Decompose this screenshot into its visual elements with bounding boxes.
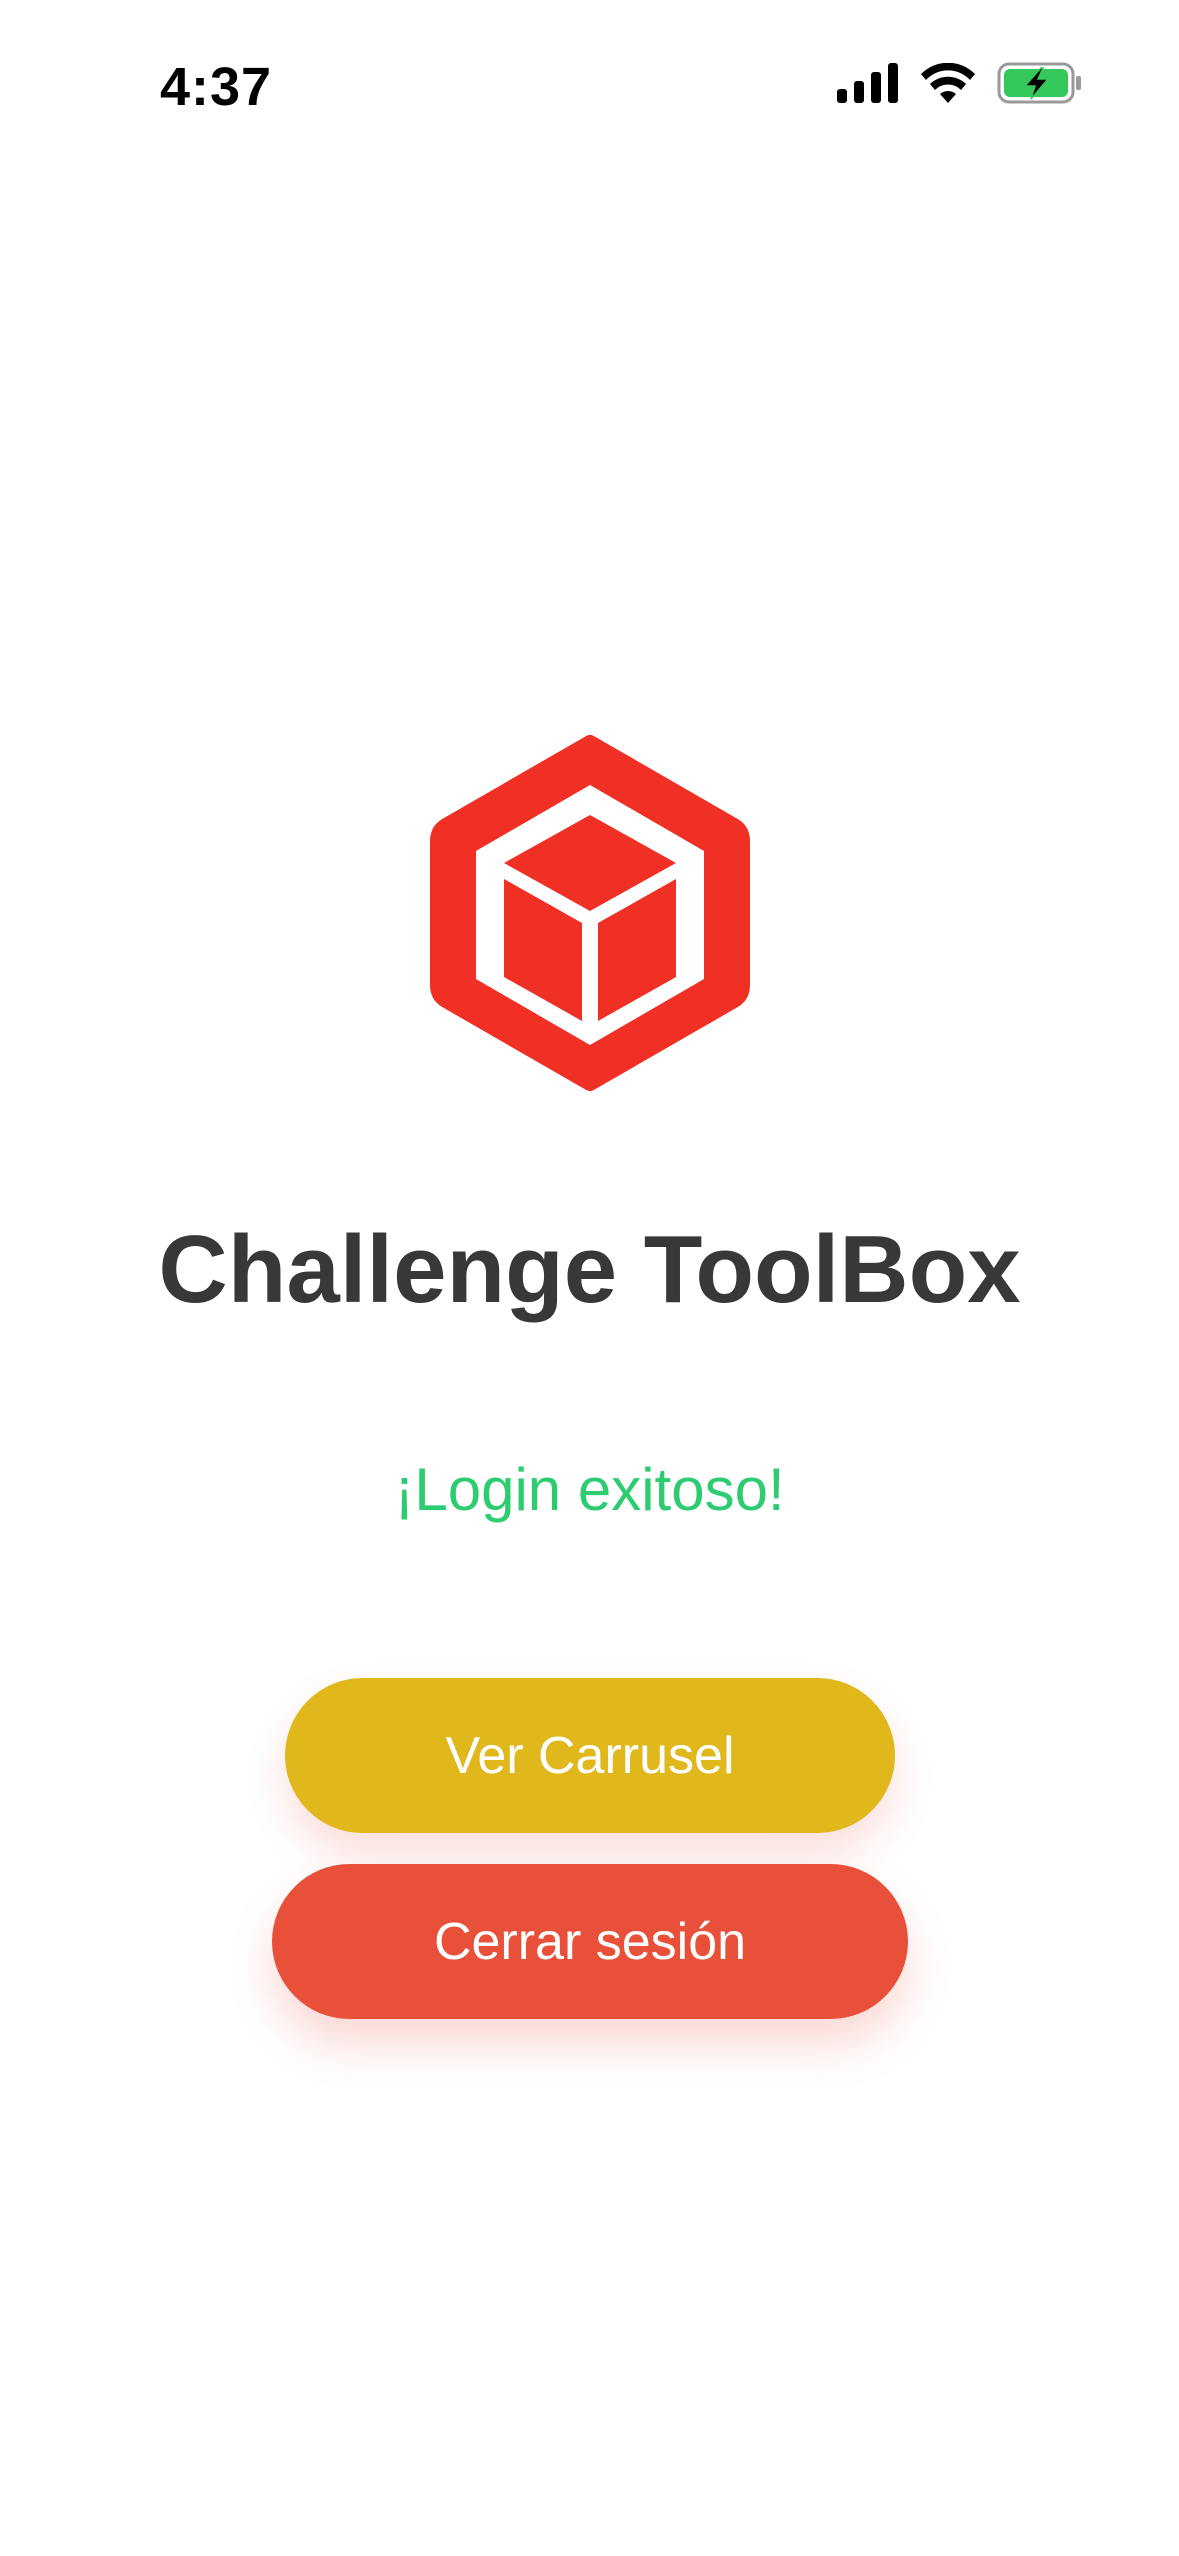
signal-icon xyxy=(837,63,898,103)
login-success-message: ¡Login exitoso! xyxy=(394,1456,785,1523)
wifi-icon xyxy=(921,63,975,103)
status-time: 4:37 xyxy=(160,57,273,117)
battery-charging-icon xyxy=(997,62,1081,104)
status-icons xyxy=(837,62,1083,104)
page-title: Challenge ToolBox xyxy=(158,1216,1021,1323)
view-carousel-button[interactable]: Ver Carrusel xyxy=(285,1678,895,1833)
cube-logo-icon xyxy=(430,735,750,1091)
logout-button[interactable]: Cerrar sesión xyxy=(272,1864,908,2019)
